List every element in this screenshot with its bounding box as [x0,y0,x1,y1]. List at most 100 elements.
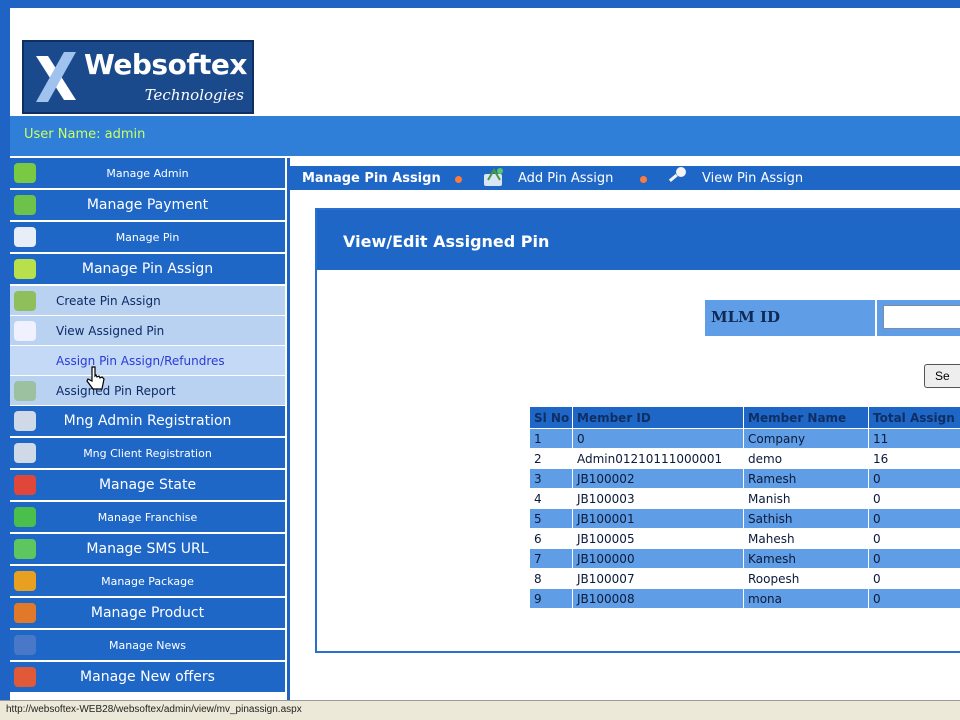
status-url: http://websoftex-WEB28/websoftex/admin/v… [6,704,302,715]
browser-status-bar: http://websoftex-WEB28/websoftex/admin/v… [0,700,960,720]
sidebar-item-label: Manage State [98,477,197,493]
table-cell: JB100003 [573,489,743,508]
table-cell: 1 [530,429,572,448]
sidebar-item-7[interactable]: Assigned Pin Report [10,376,285,405]
sidebar-item-9[interactable]: Mng Client Registration [10,438,285,468]
page-title: View/Edit Assigned Pin [343,232,550,251]
sidebar-item-12[interactable]: Manage SMS URL [10,534,285,564]
mlm-id-label: MLM ID [705,300,875,336]
sidebar-item-8[interactable]: Mng Admin Registration [10,406,285,436]
brand-name: Websoftex [84,48,247,81]
table-row[interactable]: 6 JB100005 Mahesh 0 [530,529,960,548]
sidebar-item-14[interactable]: Manage Product [10,598,285,628]
table-cell: JB100007 [573,569,743,588]
mouse-cursor-icon [86,366,105,390]
sidebar-item-16[interactable]: Manage New offers [10,662,285,692]
sidebar-item-icon [14,381,36,401]
tab-current[interactable]: Manage Pin Assign [302,171,441,186]
table-cell: 0 [869,569,960,588]
table-cell: 6 [530,529,572,548]
content-header: View/Edit Assigned Pin [317,210,960,270]
sidebar-item-icon [14,507,36,527]
table-cell: 9 [530,589,572,608]
table-header-cell: Sl No [530,407,572,428]
table-row[interactable]: 5 JB100001 Sathish 0 [530,509,960,528]
table-cell: Ramesh [744,469,868,488]
sidebar-item-icon [14,443,36,463]
sidebar-item-icon [14,635,36,655]
search-button[interactable]: Se [924,364,960,388]
sidebar-item-6[interactable]: Assign Pin Assign/Refundres [10,346,285,375]
table-cell: 0 [573,429,743,448]
table-cell: Company [744,429,868,448]
sidebar-item-label: Manage SMS URL [86,541,209,557]
sidebar-item-label: Manage Payment [86,197,209,213]
sidebar-item-label: Manage Admin [106,166,189,180]
sidebar-item-11[interactable]: Manage Franchise [10,502,285,532]
table-cell: JB100002 [573,469,743,488]
logo-x-icon [36,52,76,102]
sidebar-item-3[interactable]: Manage Pin Assign [10,254,285,284]
sidebar-item-icon [14,667,36,687]
table-header-cell: Member ID [573,407,743,428]
table-cell: Manish [744,489,868,508]
table-cell: JB100000 [573,549,743,568]
sidebar-item-0[interactable]: Manage Admin [10,158,285,188]
table-header-cell: Total Assign [869,407,960,428]
brand-logo[interactable]: Websoftex Technologies [22,40,254,114]
table-cell: 11 [869,429,960,448]
table-cell: 2 [530,449,572,468]
sidebar-item-label: Manage News [109,638,186,652]
sidebar-item-icon [14,195,36,215]
sidebar-item-4[interactable]: Create Pin Assign [10,286,285,315]
sidebar-item-label: Assign Pin Assign/Refundres [56,353,225,368]
table-cell: Admin01210111000001 [573,449,743,468]
sidebar-item-label: Manage Pin [115,230,180,244]
sidebar-item-5[interactable]: View Assigned Pin [10,316,285,345]
table-cell: 16 [869,449,960,468]
sidebar-item-label: Manage Franchise [97,510,198,524]
tab-add-pin-assign[interactable]: Add Pin Assign [518,171,613,186]
sidebar-item-1[interactable]: Manage Payment [10,190,285,220]
table-header-cell: Member Name [744,407,868,428]
sidebar-item-icon [14,571,36,591]
sidebar-item-icon [14,259,36,279]
table-cell: demo [744,449,868,468]
tab-separator-dot [455,176,462,183]
sidebar-item-icon [14,227,36,247]
brand-tagline: Technologies [144,86,244,104]
table-row[interactable]: 4 JB100003 Manish 0 [530,489,960,508]
sidebar-item-2[interactable]: Manage Pin [10,222,285,252]
table-cell: Sathish [744,509,868,528]
sidebar-item-label: Create Pin Assign [56,293,161,308]
top-stripe [0,0,960,8]
table-row[interactable]: 3 JB100002 Ramesh 0 [530,469,960,488]
sidebar-item-label: Manage Package [101,574,194,588]
tab-view-pin-assign[interactable]: View Pin Assign [702,171,803,186]
sidebar-item-label: Manage Pin Assign [81,261,214,277]
table-row[interactable]: 7 JB100000 Kamesh 0 [530,549,960,568]
table-row[interactable]: 8 JB100007 Roopesh 0 [530,569,960,588]
sidebar-item-10[interactable]: Manage State [10,470,285,500]
table-cell: 7 [530,549,572,568]
table-row[interactable]: 2 Admin01210111000001 demo 16 [530,449,960,468]
table-cell: JB100001 [573,509,743,528]
table-cell: 4 [530,489,572,508]
table-row[interactable]: 1 0 Company 11 [530,429,960,448]
sidebar-item-label: View Assigned Pin [56,323,165,338]
table-cell: 8 [530,569,572,588]
sidebar-item-label: Manage Product [90,605,205,621]
mlm-id-field-wrap [877,300,960,336]
sidebar-item-icon [14,603,36,623]
table-row[interactable]: 9 JB100008 mona 0 [530,589,960,608]
sidebar-item-15[interactable]: Manage News [10,630,285,660]
table-cell: mona [744,589,868,608]
table-cell: JB100005 [573,529,743,548]
table-cell: Roopesh [744,569,868,588]
mlm-id-input[interactable] [883,305,960,329]
sidebar-item-13[interactable]: Manage Package [10,566,285,596]
table-cell: 5 [530,509,572,528]
user-bar: User Name: admin [10,116,960,156]
table-cell: 0 [869,529,960,548]
table-cell: Kamesh [744,549,868,568]
